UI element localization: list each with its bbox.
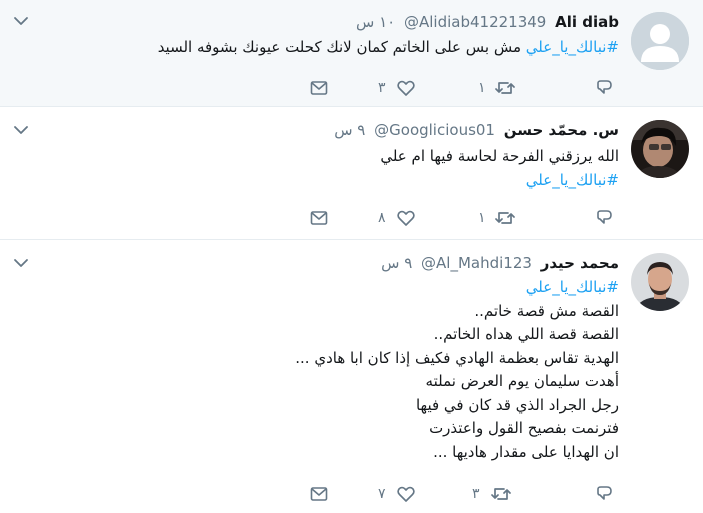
hashtag-link[interactable]: #نبالك_يا_علي (380, 169, 619, 193)
like-button[interactable]: ٣ (378, 76, 416, 100)
display-name[interactable]: محمد حيدر (541, 254, 619, 272)
reply-button[interactable] (594, 206, 614, 230)
like-icon (396, 486, 415, 502)
retweet-icon (494, 212, 515, 224)
tweet-text: #نبالك_يا_علي القصة مش قصة خاتم.. القصة … (295, 276, 619, 464)
timestamp[interactable]: ٩ س (334, 121, 365, 139)
message-button[interactable] (309, 482, 329, 506)
tweet-line-text: رجل الجراد الذي قد كان في فيها (415, 395, 619, 414)
like-button[interactable]: ٧ (378, 482, 416, 506)
tweet-line-text: مش بس على الخاتم كمان لانك كحلت عيونك بش… (157, 38, 521, 56)
timestamp[interactable]: ٩ س (381, 254, 412, 272)
retweet-count: ١ (478, 210, 486, 226)
tweet-header: Ali diab @Alidiab41221349 ١٠ س (356, 13, 619, 31)
user-photo-icon (631, 120, 689, 178)
tweet-line-text: فترنمت بفصيح القول واعتذرت (429, 419, 619, 437)
tweet-line-text: أهدت سليمان يوم العرض نملته (425, 372, 619, 390)
reply-icon (597, 80, 612, 94)
like-count: ٧ (378, 486, 386, 502)
retweet-button[interactable]: ١ (478, 76, 516, 100)
default-avatar-icon (631, 12, 689, 70)
message-button[interactable] (309, 206, 329, 230)
tweet-actions: ١ ٣ (0, 76, 703, 100)
display-name[interactable]: Ali diab (555, 13, 619, 31)
tweet-line-text: ان الهدايا على مقدار هاديها ... (433, 442, 619, 461)
tweet-text: الله يرزقني الفرحة لحاسة فيها ام علي #نب… (380, 145, 619, 192)
message-icon (310, 81, 328, 95)
tweet-line: #نبالك_يا_علي مش بس على الخاتم كمان لانك… (158, 36, 619, 60)
like-count: ٨ (378, 210, 386, 226)
like-icon (396, 80, 415, 96)
user-handle[interactable]: @Al_Mahdi123 (421, 254, 532, 272)
tweet-actions: ٣ ٧ (0, 482, 703, 506)
tweet-actions: ١ ٨ (0, 206, 703, 230)
tweet-header: محمد حيدر @Al_Mahdi123 ٩ س (381, 254, 619, 272)
reply-button[interactable] (594, 482, 614, 506)
timestamp[interactable]: ١٠ س (356, 13, 395, 31)
hashtag-link[interactable]: #نبالك_يا_علي (295, 276, 619, 300)
avatar[interactable] (631, 12, 689, 70)
message-icon (310, 487, 328, 501)
message-icon (310, 211, 328, 225)
tweet-2[interactable]: س. محمّد حسن @Googlicious01 ٩ س الله يرز… (0, 107, 703, 240)
retweet-count: ١ (478, 80, 486, 96)
tweet-3[interactable]: محمد حيدر @Al_Mahdi123 ٩ س #نبالك_يا_علي… (0, 240, 703, 513)
tweet-1[interactable]: Ali diab @Alidiab41221349 ١٠ س #نبالك_يا… (0, 0, 703, 107)
avatar[interactable] (631, 120, 689, 178)
chevron-down-icon[interactable] (12, 254, 30, 272)
user-photo-icon (631, 253, 689, 311)
tweet-text: #نبالك_يا_علي مش بس على الخاتم كمان لانك… (158, 36, 619, 60)
chevron-down-icon[interactable] (12, 12, 30, 30)
retweet-button[interactable]: ١ (478, 206, 516, 230)
tweet-header: س. محمّد حسن @Googlicious01 ٩ س (334, 121, 619, 139)
display-name[interactable]: س. محمّد حسن (504, 121, 619, 139)
message-button[interactable] (309, 76, 329, 100)
retweet-icon (490, 488, 511, 500)
like-count: ٣ (378, 80, 386, 96)
tweet-line-text: الله يرزقني الفرحة لحاسة فيها ام علي (380, 147, 619, 165)
tweet-line-text: القصة مش قصة خاتم.. (474, 301, 619, 320)
hashtag-link[interactable]: #نبالك_يا_علي (526, 38, 619, 56)
reply-icon (597, 210, 612, 224)
like-button[interactable]: ٨ (378, 206, 416, 230)
tweet-line-text: الهدية تقاس بعظمة الهادي فكيف إذا كان اب… (295, 348, 619, 367)
reply-button[interactable] (594, 76, 614, 100)
retweet-icon (494, 82, 515, 94)
retweet-button[interactable]: ٣ (472, 482, 512, 506)
chevron-down-icon[interactable] (12, 121, 30, 139)
user-handle[interactable]: @Alidiab41221349 (404, 13, 546, 31)
avatar[interactable] (631, 253, 689, 311)
user-handle[interactable]: @Googlicious01 (374, 121, 495, 139)
retweet-count: ٣ (472, 486, 480, 502)
tweet-line-text: القصة قصة اللي هداه الخاتم.. (433, 325, 619, 343)
reply-icon (597, 486, 612, 500)
like-icon (396, 210, 415, 226)
